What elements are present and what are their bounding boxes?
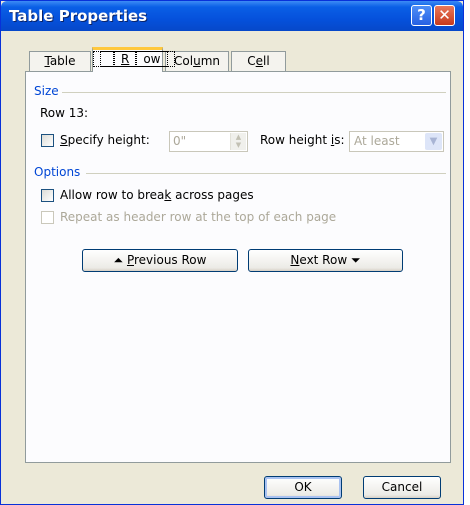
close-icon: ✕	[438, 6, 451, 24]
row-tab-panel: Size Row 13: Specify height: 0" ▲ ▼ Row h…	[25, 71, 451, 463]
options-divider	[86, 173, 446, 174]
options-group-label: Options	[34, 165, 81, 179]
row-height-is-label: Row height is:	[260, 133, 345, 147]
spinner-arrows-icon[interactable]: ▲ ▼	[230, 133, 246, 150]
specify-height-checkbox[interactable]	[41, 134, 54, 147]
repeat-header-checkbox	[41, 211, 54, 224]
row-number-label: Row 13:	[40, 106, 89, 120]
repeat-header-label: Repeat as header row at the top of each …	[60, 210, 337, 224]
row-height-spinner[interactable]: 0" ▲ ▼	[169, 131, 248, 152]
close-button[interactable]: ✕	[434, 5, 455, 26]
specify-height-label[interactable]: Specify height:	[60, 133, 150, 147]
arrow-down-icon: ⏷	[350, 253, 361, 267]
allow-row-break-label[interactable]: Allow row to break across pages	[60, 188, 254, 202]
row-height-mode-select[interactable]: At least ▼	[349, 131, 444, 152]
help-button[interactable]: ?	[411, 5, 432, 26]
help-icon: ?	[417, 6, 426, 24]
arrow-up-icon: ⏶	[113, 253, 124, 267]
allow-row-break-checkbox[interactable]	[41, 189, 54, 202]
table-properties-dialog: Table Properties ? ✕ Table Row Column Ce…	[0, 0, 464, 505]
previous-row-button[interactable]: ⏶ Previous Row	[82, 249, 238, 272]
size-divider	[62, 92, 446, 93]
cancel-button[interactable]: Cancel	[363, 476, 441, 499]
dialog-title: Table Properties	[9, 7, 148, 25]
size-group-label: Size	[34, 84, 59, 98]
ok-button[interactable]: OK	[264, 476, 342, 499]
tab-row[interactable]: Row	[92, 47, 175, 72]
title-bar[interactable]: Table Properties ? ✕	[1, 1, 463, 31]
next-row-button[interactable]: Next Row ⏷	[248, 249, 403, 272]
tab-table[interactable]: Table	[29, 51, 91, 71]
row-height-mode-value: At least	[354, 134, 400, 148]
tab-cell[interactable]: Cell	[231, 51, 286, 71]
tab-column[interactable]: Column	[165, 51, 229, 71]
chevron-down-icon[interactable]: ▼	[425, 133, 442, 150]
row-height-value: 0"	[173, 134, 187, 148]
